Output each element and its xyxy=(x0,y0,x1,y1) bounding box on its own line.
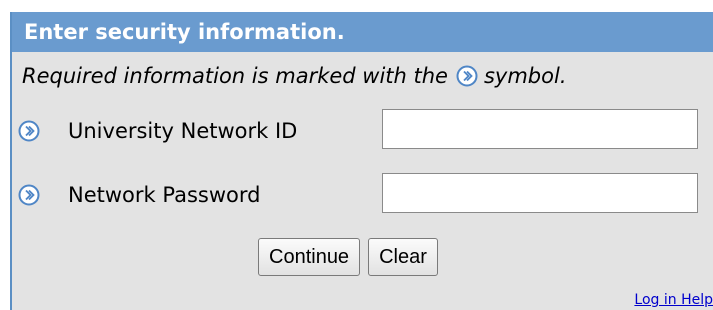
form-buttons: Continue Clear xyxy=(258,238,438,276)
login-help-link[interactable]: Log in Help xyxy=(634,292,713,308)
password-row: Network Password xyxy=(18,183,260,207)
chevron-circle-right-icon xyxy=(456,65,478,87)
form-title: Enter security information. xyxy=(12,12,713,52)
network-id-input[interactable] xyxy=(382,109,698,149)
continue-button[interactable]: Continue xyxy=(258,238,361,276)
password-input[interactable] xyxy=(382,173,698,213)
clear-button[interactable]: Clear xyxy=(368,238,438,276)
required-note-text: Required information is marked with the xyxy=(22,64,448,88)
network-id-row: University Network ID xyxy=(18,119,297,143)
required-chevron-icon xyxy=(18,184,40,206)
network-id-label: University Network ID xyxy=(68,119,298,143)
security-form-panel: Enter security information. Required inf… xyxy=(10,12,713,310)
required-note: Required information is marked with the … xyxy=(22,64,567,88)
password-label: Network Password xyxy=(68,183,261,207)
required-note-suffix: symbol. xyxy=(483,64,567,88)
required-chevron-icon xyxy=(18,120,40,142)
